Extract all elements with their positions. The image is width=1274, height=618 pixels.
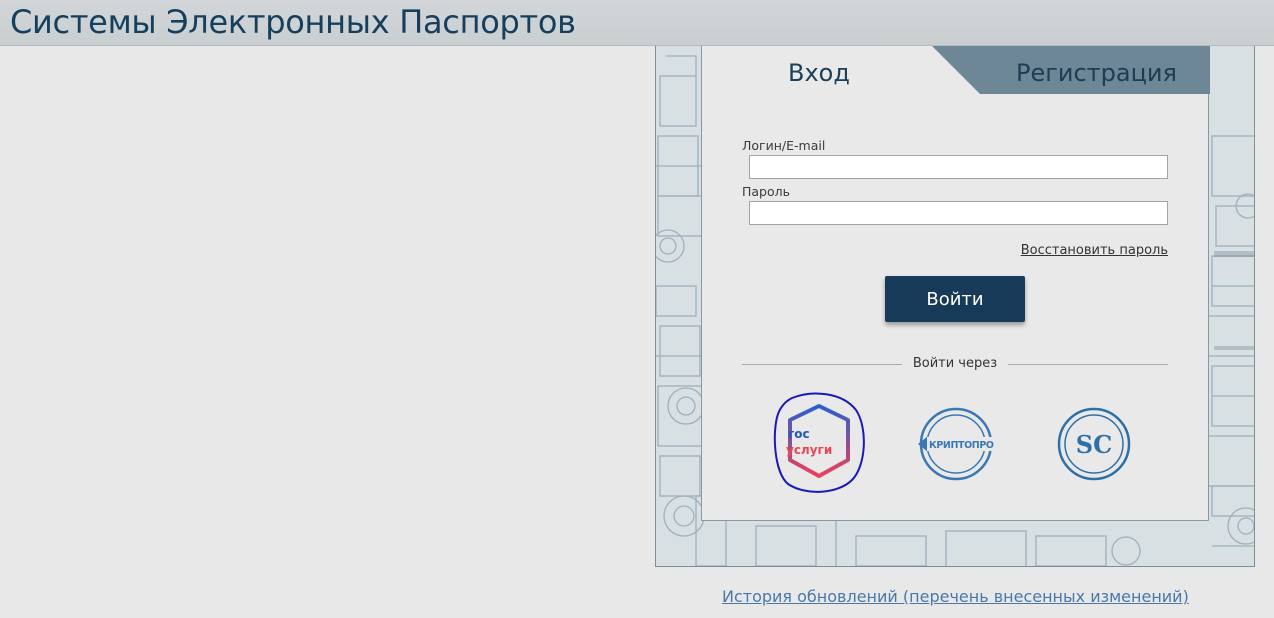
gosuslugi-login-button[interactable]: гос услуги xyxy=(772,392,866,496)
login-button[interactable]: Войти xyxy=(885,276,1025,322)
cryptopro-login-button[interactable]: КРИПТОПРО xyxy=(916,404,996,484)
tab-login[interactable]: Вход xyxy=(788,58,850,88)
restore-password-link[interactable]: Восстановить пароль xyxy=(1021,243,1168,258)
gosuslugi-icon: гос услуги xyxy=(773,392,865,493)
login-label: Логин/E-mail xyxy=(742,138,826,153)
svg-text:гос: гос xyxy=(788,427,810,441)
svg-text:SC: SC xyxy=(1076,430,1112,459)
login-card: Вход Регистрация Логин/E-mail Пароль Вос… xyxy=(701,46,1210,521)
password-label: Пароль xyxy=(742,184,790,199)
update-history-link[interactable]: История обновлений (перечень внесенных и… xyxy=(722,587,1189,606)
header-bar: Системы Электронных Паспортов xyxy=(0,0,1274,46)
divider-left xyxy=(742,364,902,365)
password-input[interactable] xyxy=(749,201,1168,225)
svg-text:КРИПТОПРО: КРИПТОПРО xyxy=(929,440,994,451)
login-input[interactable] xyxy=(749,155,1168,179)
divider-right xyxy=(1008,364,1168,365)
login-page: Системы Электронных Паспортов Вход Регис… xyxy=(0,0,1274,618)
page-title: Системы Электронных Паспортов xyxy=(10,3,576,41)
login-via-label: Войти через xyxy=(912,356,998,371)
sc-login-button[interactable]: SC xyxy=(1056,406,1132,482)
sc-icon: SC xyxy=(1057,407,1131,481)
cryptopro-icon: КРИПТОПРО xyxy=(918,407,994,481)
tab-register[interactable]: Регистрация xyxy=(1016,58,1177,88)
svg-text:услуги: услуги xyxy=(786,443,832,457)
